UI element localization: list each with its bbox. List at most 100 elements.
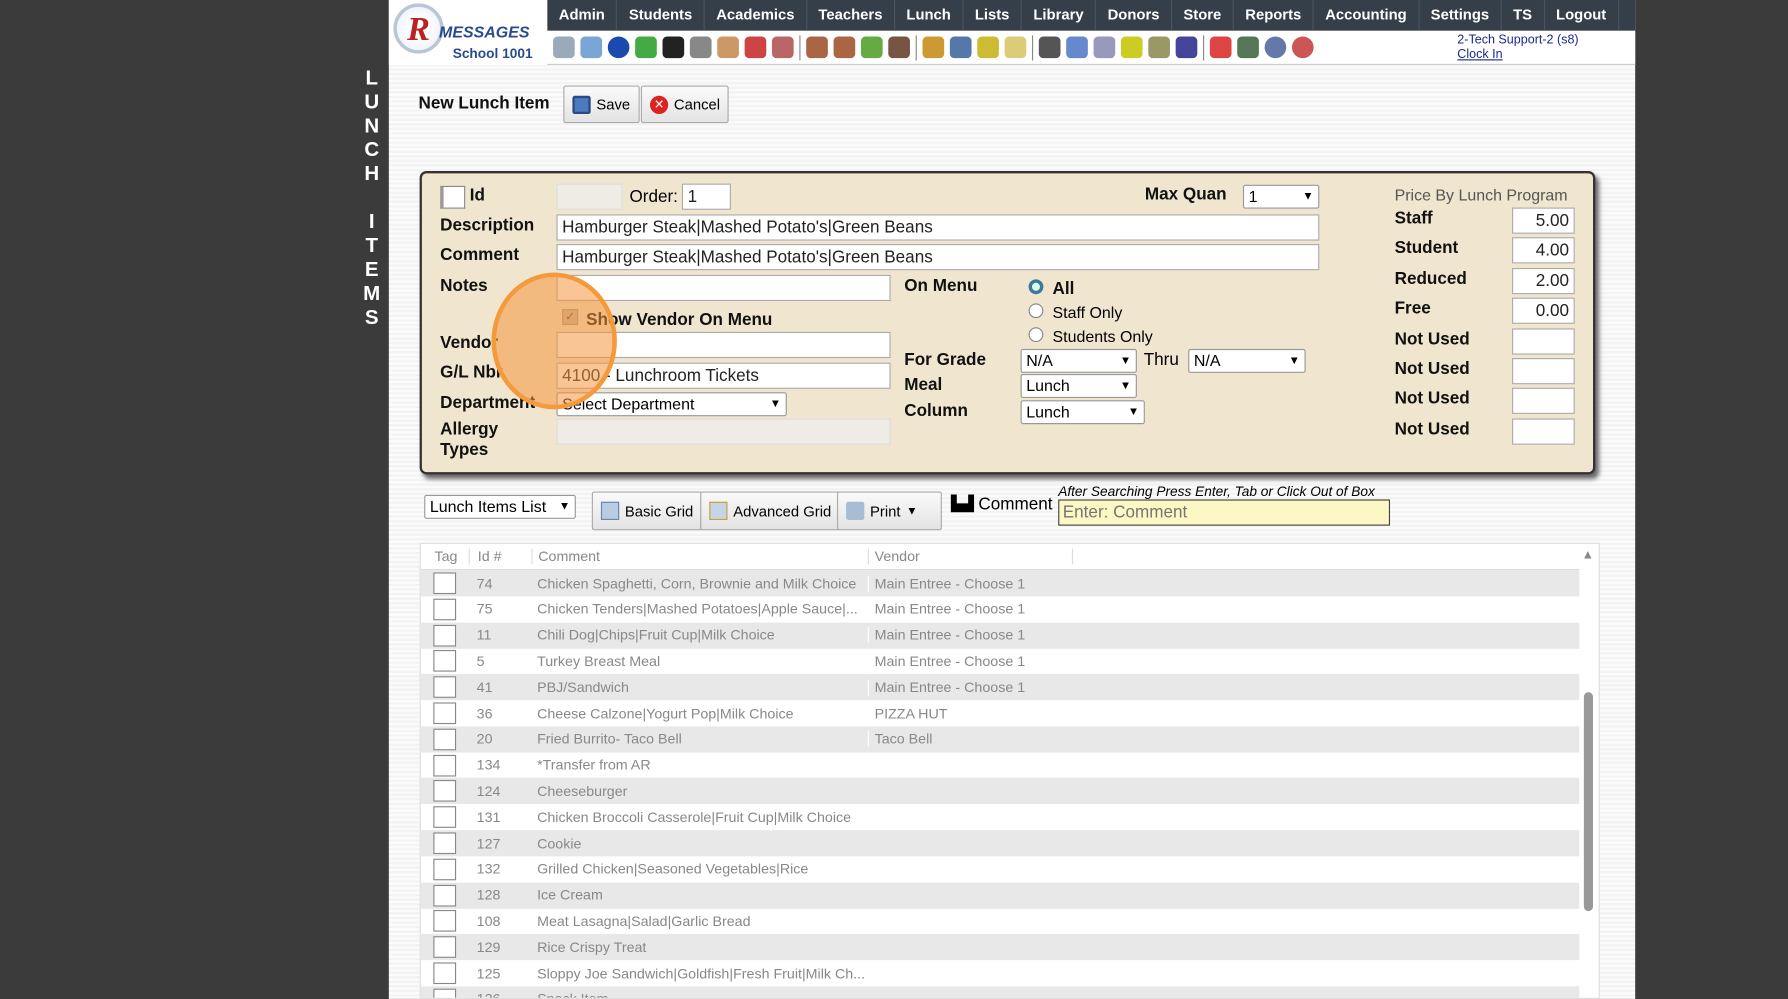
table-row[interactable]: 11 Chili Dog|Chips|Fruit Cup|Milk Choice M…: [420, 622, 1580, 649]
chat-icon[interactable]: [635, 36, 657, 59]
price-input[interactable]: [1512, 418, 1575, 445]
tag-checkbox[interactable]: [433, 936, 457, 959]
email-icon[interactable]: [607, 36, 630, 59]
comment-search-input[interactable]: [1058, 499, 1391, 526]
price-input[interactable]: [1512, 358, 1575, 385]
notes-icon[interactable]: [1004, 36, 1027, 59]
printer-icon[interactable]: [1148, 36, 1170, 59]
nav-lists[interactable]: Lists: [963, 0, 1022, 31]
table-row[interactable]: 124 Cheeseburger: [420, 778, 1580, 805]
calculator-icon[interactable]: [1093, 36, 1116, 59]
header-tag[interactable]: Tag: [421, 548, 469, 564]
user-icon[interactable]: [833, 36, 856, 59]
tag-checkbox[interactable]: [433, 988, 457, 998]
tag-checkbox[interactable]: [433, 962, 457, 985]
description-input[interactable]: Hamburger Steak|Mashed Potato's|Green Be…: [556, 214, 1320, 241]
allergy-types-field[interactable]: [556, 418, 891, 445]
nav-store[interactable]: Store: [1172, 0, 1234, 31]
table-row[interactable]: 5 Turkey Breast Meal Main Entree - Choose …: [421, 648, 1580, 674]
table-row[interactable]: 134 *Transfer from AR: [421, 752, 1580, 778]
table-row[interactable]: 74 Chicken Spaghetti, Corn, Brownie and M…: [420, 570, 1580, 597]
money-icon[interactable]: [860, 36, 883, 59]
phone-icon[interactable]: [662, 36, 685, 59]
tag-checkbox[interactable]: [433, 754, 457, 777]
save-button[interactable]: Save: [563, 85, 640, 124]
price-input[interactable]: [1512, 388, 1575, 415]
tag-checkbox[interactable]: [433, 598, 457, 621]
cash-icon[interactable]: [1237, 36, 1259, 59]
speaker-icon[interactable]: [689, 36, 712, 59]
tag-checkbox[interactable]: [433, 806, 457, 829]
table-row[interactable]: 20 Fried Burrito- Taco Bell Taco Bell: [420, 726, 1580, 753]
nav-accounting[interactable]: Accounting: [1314, 0, 1420, 31]
add-user-icon[interactable]: [806, 36, 828, 59]
tag-checkbox[interactable]: [433, 676, 457, 699]
nav-donors[interactable]: Donors: [1096, 0, 1172, 31]
max-quan-select[interactable]: 1 ▼: [1242, 184, 1320, 209]
nav-reports[interactable]: Reports: [1234, 0, 1314, 31]
tag-checkbox[interactable]: [433, 702, 457, 725]
table-row[interactable]: 126Snack Item: [420, 986, 1580, 998]
nav-lunch[interactable]: Lunch: [895, 0, 964, 31]
alarm-icon[interactable]: [1066, 36, 1088, 59]
comment-input[interactable]: Hamburger Steak|Mashed Potato's|Green Be…: [556, 244, 1320, 271]
nav-library[interactable]: Library: [1022, 0, 1097, 31]
table-row[interactable]: 131 Chicken Broccoli Casserole|Fruit Cup|…: [421, 804, 1580, 830]
meal-select[interactable]: Lunch ▼: [1020, 374, 1137, 398]
print-button[interactable]: Print ▼: [836, 491, 942, 531]
advanced-grid-button[interactable]: Advanced Grid: [700, 491, 841, 531]
table-row[interactable]: 129 Rice Crispy Treat: [420, 934, 1580, 961]
on-menu-all-radio[interactable]: [1028, 279, 1044, 295]
price-input[interactable]: 4.00: [1512, 237, 1575, 264]
header-comment[interactable]: Comment: [531, 548, 867, 565]
for-grade-select[interactable]: N/A ▼: [1020, 348, 1137, 373]
table-row[interactable]: 132 Grilled Chicken|Seasoned Vegetables|R…: [421, 856, 1580, 882]
list-select[interactable]: Lunch Items List ▼: [424, 494, 576, 519]
table-row[interactable]: 125 Sloppy Joe Sandwich|Goldfish|Fresh Fr…: [421, 960, 1580, 986]
price-input[interactable]: 2.00: [1512, 267, 1575, 294]
schedule-icon[interactable]: [717, 36, 739, 59]
cancel-button[interactable]: ✕ Cancel: [640, 85, 730, 124]
tag-checkbox[interactable]: [433, 910, 457, 933]
table-row[interactable]: 127 Cookie: [420, 830, 1580, 857]
book-icon[interactable]: [949, 36, 972, 59]
help-icon[interactable]: [1264, 36, 1287, 59]
notes-input[interactable]: [556, 274, 891, 302]
on-menu-students-radio[interactable]: [1028, 327, 1044, 343]
column-select[interactable]: Lunch ▼: [1020, 400, 1145, 425]
tag-checkbox[interactable]: [433, 884, 457, 907]
burger-icon[interactable]: [922, 36, 945, 59]
clock-in-link[interactable]: Clock In: [1457, 48, 1578, 63]
table-row[interactable]: 128 Ice Cream: [420, 882, 1580, 909]
table-row[interactable]: 36 Cheese Calzone|Yogurt Pop|Milk Choice P…: [421, 700, 1580, 726]
nav-logout[interactable]: Logout: [1545, 0, 1619, 31]
price-input[interactable]: 0.00: [1512, 297, 1575, 325]
tag-checkbox[interactable]: [433, 780, 457, 803]
tag-checkbox[interactable]: [433, 728, 457, 751]
nav-teachers[interactable]: Teachers: [807, 0, 895, 31]
pdf-icon[interactable]: [1209, 36, 1232, 59]
teacher-icon[interactable]: [1038, 36, 1061, 59]
calendar-grid-icon[interactable]: [580, 36, 603, 59]
table-row[interactable]: 41 PBJ/Sandwich Main Entree - Choose 1: [420, 674, 1580, 701]
table-row[interactable]: 108 Meat Lasagna|Salad|Garlic Bread: [421, 908, 1580, 934]
price-input[interactable]: [1512, 327, 1575, 355]
id-checkbox[interactable]: [440, 185, 466, 209]
nav-ts[interactable]: TS: [1502, 0, 1545, 31]
order-input[interactable]: 1: [681, 183, 731, 210]
nav-students[interactable]: Students: [617, 0, 705, 31]
header-vendor[interactable]: Vendor: [867, 548, 1074, 565]
nav-admin[interactable]: Admin: [547, 0, 618, 31]
power-icon[interactable]: [1291, 36, 1314, 59]
price-input[interactable]: 5.00: [1512, 207, 1575, 234]
search-icon[interactable]: [553, 36, 575, 59]
calendar-icon[interactable]: [744, 36, 767, 59]
nav-settings[interactable]: Settings: [1419, 0, 1502, 31]
scrollbar-thumb[interactable]: [1583, 692, 1593, 912]
tag-checkbox[interactable]: [433, 858, 457, 881]
nav-academics[interactable]: Academics: [705, 0, 808, 31]
scroll-up-icon[interactable]: ▲: [1582, 548, 1594, 562]
tag-checkbox[interactable]: [433, 832, 457, 855]
basic-grid-button[interactable]: Basic Grid: [591, 491, 703, 531]
tag-checkbox[interactable]: [433, 624, 457, 647]
